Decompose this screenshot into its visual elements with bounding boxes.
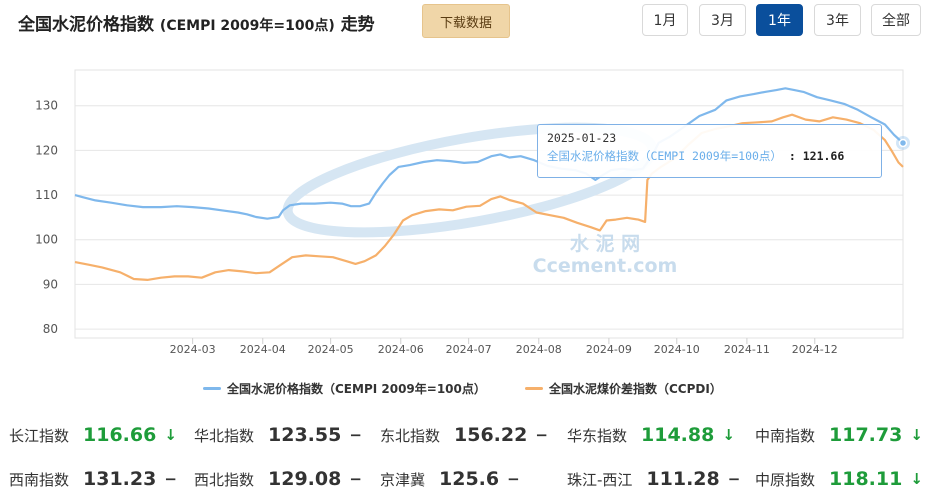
index-item[interactable]: 西南指数 131.23− <box>9 462 177 496</box>
y-tick-label: 80 <box>43 322 58 336</box>
index-name: 中南指数 <box>755 426 816 445</box>
x-tick-label: 2024-04 <box>240 343 286 356</box>
price-index-line-chart[interactable]: 80 90 100 110 120 130 水 泥 网Ccement.com 2024-03 2… <box>0 60 928 365</box>
range-1-year-button[interactable]: 1年 <box>756 4 803 36</box>
x-tick-label: 2024-11 <box>724 343 770 356</box>
x-tick-label: 2024-07 <box>446 343 492 356</box>
chart-title: 全国水泥价格指数 (CEMPI 2009年=100点) 走势 <box>18 10 375 35</box>
plot-frame <box>74 69 904 339</box>
tooltip-value: 121.66 <box>802 149 845 163</box>
index-name: 长江指数 <box>9 426 70 445</box>
index-item[interactable]: 华北指数 123.55− <box>194 418 362 452</box>
title-suffix: 走势 <box>340 15 375 35</box>
x-tick-label: 2024-05 <box>308 343 354 356</box>
legend-swatch-cempi <box>203 387 221 390</box>
trend-flat-icon: − <box>507 470 520 488</box>
range-all-button[interactable]: 全部 <box>871 4 921 36</box>
trend-down-icon: ↓ <box>910 426 923 444</box>
x-tick-label: 2024-06 <box>378 343 424 356</box>
index-value: 118.11 <box>829 468 903 490</box>
index-name: 华东指数 <box>567 426 628 445</box>
range-3-month-button[interactable]: 3月 <box>699 4 746 36</box>
index-value: 131.23 <box>83 468 157 490</box>
index-item[interactable]: 中原指数 118.11 ↓ <box>755 462 923 496</box>
index-value: 111.28 <box>646 468 720 490</box>
x-tick-label: 2024-12 <box>792 343 838 356</box>
trend-flat-icon: − <box>535 426 548 444</box>
watermark-text: 水 泥 网 <box>570 233 640 255</box>
index-value: 123.55 <box>268 424 342 446</box>
index-value: 156.22 <box>454 424 528 446</box>
index-item[interactable]: 西北指数 129.08− <box>194 462 362 496</box>
trend-down-icon: ↓ <box>722 426 735 444</box>
range-1-month-button[interactable]: 1月 <box>642 4 688 36</box>
x-tick-label: 2024-03 <box>170 343 216 356</box>
y-tick-label: 90 <box>43 277 58 291</box>
index-value: 129.08 <box>268 468 342 490</box>
chart-tooltip: 2025-01-23 全国水泥价格指数（CEMPI 2009年=100点） : … <box>537 124 882 178</box>
tooltip-series-name: 全国水泥价格指数（CEMPI 2009年=100点） <box>547 149 782 163</box>
trend-down-icon: ↓ <box>164 426 177 444</box>
index-value: 114.88 <box>641 424 715 446</box>
legend-item-cempi[interactable]: 全国水泥价格指数（CEMPI 2009年=100点） <box>203 380 486 397</box>
range-3-year-button[interactable]: 3年 <box>814 4 861 36</box>
index-value: 117.73 <box>829 424 903 446</box>
index-name: 西北指数 <box>194 470 255 489</box>
legend-label-ccpdi: 全国水泥煤价差指数（CCPDI） <box>549 382 722 396</box>
x-tick-label: 2024-09 <box>586 343 632 356</box>
index-item[interactable]: 长江指数 116.66 ↓ <box>9 418 177 452</box>
index-name: 珠江-西江 <box>567 470 633 489</box>
index-item[interactable]: 珠江-西江 111.28− <box>567 462 740 496</box>
index-name: 京津冀 <box>380 470 426 489</box>
title-main: 全国水泥价格指数 <box>18 15 154 35</box>
index-value: 116.66 <box>83 424 157 446</box>
index-item[interactable]: 东北指数 156.22− <box>380 418 548 452</box>
index-name: 西南指数 <box>9 470 70 489</box>
x-tick-label: 2024-10 <box>654 343 700 356</box>
legend-label-cempi: 全国水泥价格指数（CEMPI 2009年=100点） <box>227 382 486 396</box>
index-value: 125.6 <box>439 468 500 490</box>
index-item[interactable]: 京津冀 125.6− <box>380 462 520 496</box>
watermark-url: Ccement.com <box>533 255 678 277</box>
y-tick-label: 110 <box>35 188 58 202</box>
y-tick-label: 120 <box>35 143 58 157</box>
trend-flat-icon: − <box>164 470 177 488</box>
index-name: 东北指数 <box>380 426 441 445</box>
trend-flat-icon: − <box>349 426 362 444</box>
y-tick-label: 130 <box>35 99 58 113</box>
index-item[interactable]: 中南指数 117.73 ↓ <box>755 418 923 452</box>
index-name: 华北指数 <box>194 426 255 445</box>
legend-swatch-ccpdi <box>525 387 543 390</box>
title-sub: (CEMPI 2009年=100点) <box>159 18 335 34</box>
legend-item-ccpdi[interactable]: 全国水泥煤价差指数（CCPDI） <box>525 380 722 397</box>
index-item[interactable]: 华东指数 114.88 ↓ <box>567 418 735 452</box>
index-name: 中原指数 <box>755 470 816 489</box>
download-data-button[interactable]: 下载数据 <box>422 4 510 38</box>
x-tick-label: 2024-08 <box>516 343 562 356</box>
trend-flat-icon: − <box>349 470 362 488</box>
trend-flat-icon: − <box>727 470 741 488</box>
y-tick-label: 100 <box>35 233 58 247</box>
hover-marker-point <box>898 138 908 148</box>
tooltip-date: 2025-01-23 <box>547 131 617 145</box>
trend-down-icon: ↓ <box>910 470 923 488</box>
